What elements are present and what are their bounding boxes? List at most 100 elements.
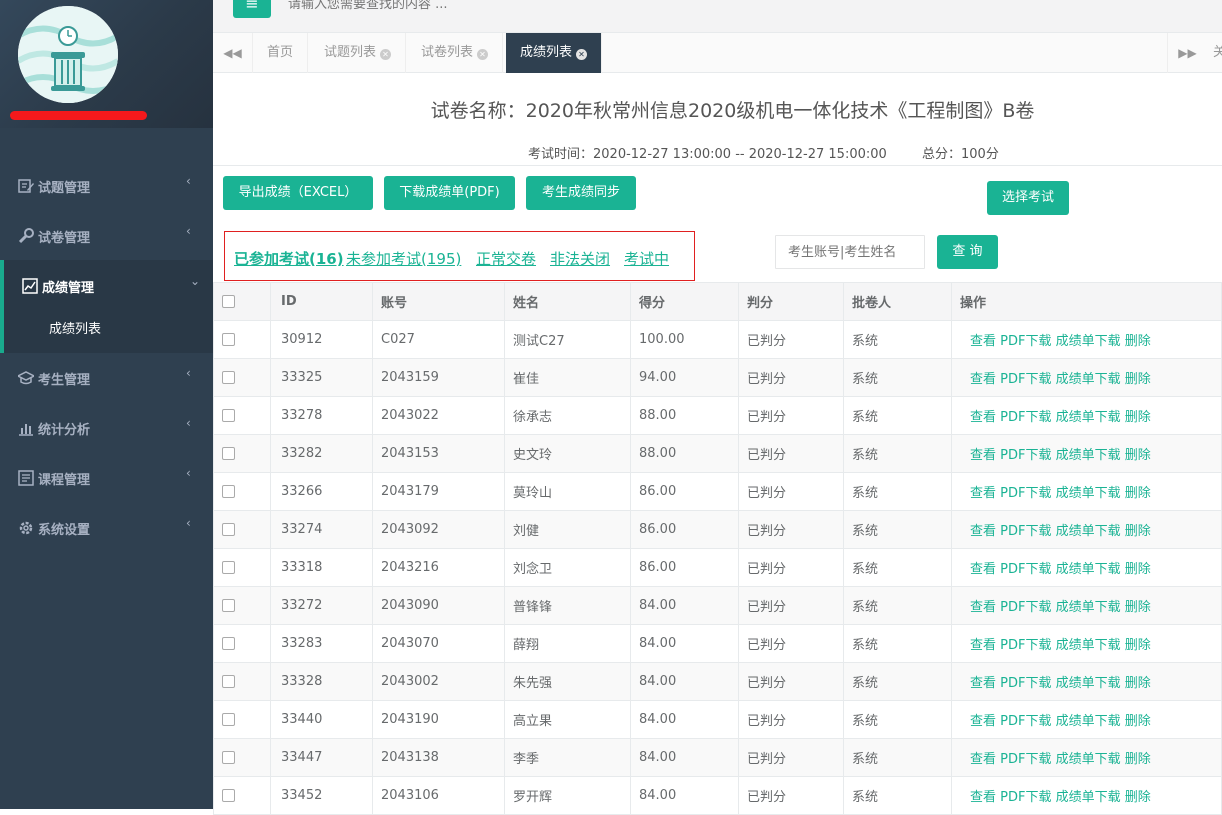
pdf-download-link[interactable]: PDF下载 — [1000, 410, 1051, 425]
sidebar-item-statistics[interactable]: 统计分析 ‹ — [0, 402, 213, 452]
delete-link[interactable]: 删除 — [1125, 562, 1151, 577]
pdf-download-link[interactable]: PDF下载 — [1000, 638, 1051, 653]
filter-not-joined-link[interactable]: 未参加考试(195) — [346, 248, 461, 269]
column-header-grader[interactable]: 批卷人 — [843, 282, 952, 321]
score-sheet-download-link[interactable]: 成绩单下载 — [1056, 486, 1121, 501]
pdf-download-link[interactable]: PDF下载 — [1000, 562, 1051, 577]
sync-scores-button[interactable]: 考生成绩同步 — [526, 176, 636, 210]
score-sheet-download-link[interactable]: 成绩单下载 — [1056, 524, 1121, 539]
avatar[interactable] — [18, 6, 118, 103]
tab-home[interactable]: 首页 — [253, 33, 309, 73]
filter-illegal-close-link[interactable]: 非法关闭 — [550, 248, 610, 269]
tab-scroll-left-button[interactable]: ◀◀ — [213, 33, 253, 73]
menu-toggle-button[interactable]: ≡ — [233, 0, 271, 18]
close-icon[interactable]: ✕ — [380, 49, 392, 60]
column-header-score[interactable]: 得分 — [630, 282, 739, 321]
sidebar-item-courses[interactable]: 课程管理 ‹ — [0, 452, 213, 502]
view-link[interactable]: 查看 — [970, 790, 996, 805]
tab-question-list[interactable]: 试题列表 ✕ — [310, 33, 407, 73]
delete-link[interactable]: 删除 — [1125, 486, 1151, 501]
view-link[interactable]: 查看 — [970, 600, 996, 615]
row-checkbox[interactable] — [222, 485, 235, 498]
pdf-download-link[interactable]: PDF下载 — [1000, 524, 1051, 539]
view-link[interactable]: 查看 — [970, 372, 996, 387]
tab-scroll-right-button[interactable]: ▶▶ — [1167, 33, 1207, 73]
delete-link[interactable]: 删除 — [1125, 372, 1151, 387]
delete-link[interactable]: 删除 — [1125, 334, 1151, 349]
view-link[interactable]: 查看 — [970, 676, 996, 691]
score-sheet-download-link[interactable]: 成绩单下载 — [1056, 676, 1121, 691]
sidebar-item-scores[interactable]: 成绩管理 ⌄ — [0, 260, 213, 310]
delete-link[interactable]: 删除 — [1125, 752, 1151, 767]
pdf-download-link[interactable]: PDF下载 — [1000, 752, 1051, 767]
view-link[interactable]: 查看 — [970, 752, 996, 767]
view-link[interactable]: 查看 — [970, 448, 996, 463]
row-checkbox[interactable] — [222, 599, 235, 612]
row-checkbox[interactable] — [222, 675, 235, 688]
view-link[interactable]: 查看 — [970, 486, 996, 501]
delete-link[interactable]: 删除 — [1125, 448, 1151, 463]
score-sheet-download-link[interactable]: 成绩单下载 — [1056, 752, 1121, 767]
delete-link[interactable]: 删除 — [1125, 638, 1151, 653]
row-checkbox[interactable] — [222, 523, 235, 536]
row-checkbox[interactable] — [222, 713, 235, 726]
view-link[interactable]: 查看 — [970, 638, 996, 653]
delete-link[interactable]: 删除 — [1125, 410, 1151, 425]
global-search-input[interactable] — [288, 0, 788, 16]
delete-link[interactable]: 删除 — [1125, 790, 1151, 805]
view-link[interactable]: 查看 — [970, 410, 996, 425]
sidebar-subitem-score-list[interactable]: 成绩列表 — [0, 305, 213, 353]
score-sheet-download-link[interactable]: 成绩单下载 — [1056, 372, 1121, 387]
pdf-download-link[interactable]: PDF下载 — [1000, 334, 1051, 349]
pdf-download-link[interactable]: PDF下载 — [1000, 372, 1051, 387]
delete-link[interactable]: 删除 — [1125, 676, 1151, 691]
tab-paper-list[interactable]: 试卷列表 ✕ — [407, 33, 504, 73]
row-checkbox[interactable] — [222, 447, 235, 460]
pdf-download-link[interactable]: PDF下载 — [1000, 714, 1051, 729]
close-icon[interactable]: ✕ — [576, 49, 588, 60]
row-checkbox[interactable] — [222, 751, 235, 764]
pdf-download-link[interactable]: PDF下载 — [1000, 676, 1051, 691]
sidebar-item-settings[interactable]: 系统设置 ‹ — [0, 502, 213, 552]
query-button[interactable]: 查 询 — [937, 235, 998, 269]
student-search-input[interactable] — [775, 235, 925, 269]
delete-link[interactable]: 删除 — [1125, 714, 1151, 729]
row-checkbox[interactable] — [222, 371, 235, 384]
column-header-grading[interactable]: 判分 — [738, 282, 844, 321]
select-all-checkbox[interactable] — [222, 295, 235, 308]
score-sheet-download-link[interactable]: 成绩单下载 — [1056, 334, 1121, 349]
score-sheet-download-link[interactable]: 成绩单下载 — [1056, 714, 1121, 729]
tab-close-menu[interactable]: 关 — [1213, 33, 1222, 73]
download-pdf-button[interactable]: 下载成绩单(PDF) — [384, 176, 515, 210]
view-link[interactable]: 查看 — [970, 334, 996, 349]
column-header-id[interactable]: ID — [270, 282, 373, 321]
score-sheet-download-link[interactable]: 成绩单下载 — [1056, 638, 1121, 653]
score-sheet-download-link[interactable]: 成绩单下载 — [1056, 410, 1121, 425]
view-link[interactable]: 查看 — [970, 524, 996, 539]
pdf-download-link[interactable]: PDF下载 — [1000, 790, 1051, 805]
pdf-download-link[interactable]: PDF下载 — [1000, 486, 1051, 501]
tab-score-list[interactable]: 成绩列表 ✕ — [506, 33, 603, 73]
view-link[interactable]: 查看 — [970, 562, 996, 577]
column-header-account[interactable]: 账号 — [372, 282, 505, 321]
view-link[interactable]: 查看 — [970, 714, 996, 729]
sidebar-item-papers[interactable]: 试卷管理 ‹ — [0, 210, 213, 260]
row-checkbox[interactable] — [222, 333, 235, 346]
pdf-download-link[interactable]: PDF下载 — [1000, 448, 1051, 463]
delete-link[interactable]: 删除 — [1125, 600, 1151, 615]
score-sheet-download-link[interactable]: 成绩单下载 — [1056, 562, 1121, 577]
score-sheet-download-link[interactable]: 成绩单下载 — [1056, 600, 1121, 615]
filter-testing-link[interactable]: 考试中 — [624, 248, 669, 269]
score-sheet-download-link[interactable]: 成绩单下载 — [1056, 790, 1121, 805]
select-exam-button[interactable]: 选择考试 — [987, 181, 1069, 215]
row-checkbox[interactable] — [222, 637, 235, 650]
pdf-download-link[interactable]: PDF下载 — [1000, 600, 1051, 615]
row-checkbox[interactable] — [222, 789, 235, 802]
column-header-name[interactable]: 姓名 — [504, 282, 631, 321]
row-checkbox[interactable] — [222, 561, 235, 574]
delete-link[interactable]: 删除 — [1125, 524, 1151, 539]
score-sheet-download-link[interactable]: 成绩单下载 — [1056, 448, 1121, 463]
sidebar-item-students[interactable]: 考生管理 ‹ — [0, 352, 213, 402]
sidebar-item-questions[interactable]: 试题管理 ‹ — [0, 160, 213, 210]
row-checkbox[interactable] — [222, 409, 235, 422]
